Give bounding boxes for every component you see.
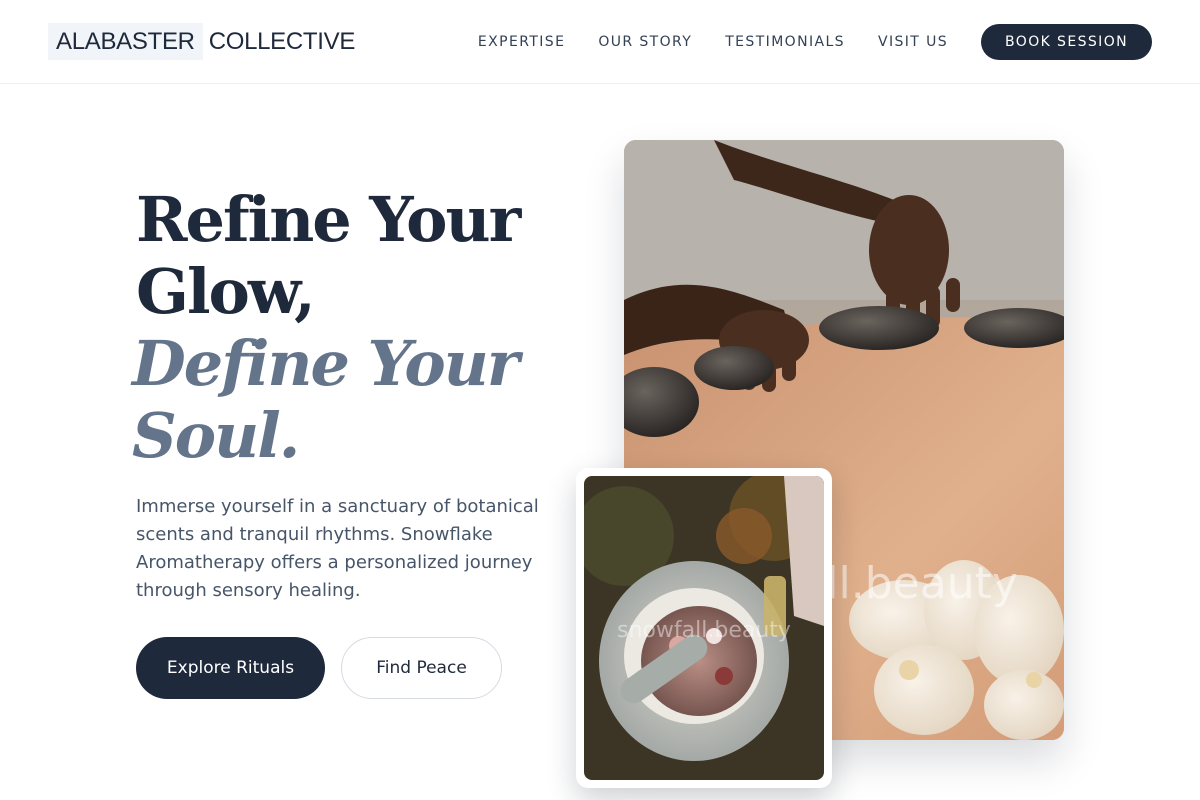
hero-description: Immerse yourself in a sanctuary of botan…: [136, 496, 539, 601]
nav-link-expertise[interactable]: EXPERTISE: [478, 34, 565, 50]
main-nav: EXPERTISE OUR STORY TESTIMONIALS VISIT U…: [478, 24, 1152, 60]
logo-word-alabaster: ALABASTER: [48, 23, 203, 60]
logo[interactable]: ALABASTER COLLECTIVE: [48, 23, 355, 60]
site-header: ALABASTER COLLECTIVE EXPERTISE OUR STORY…: [0, 0, 1200, 84]
nav-link-visit-us[interactable]: VISIT US: [878, 34, 948, 50]
hero-title-italic-line-2: Soul.: [132, 399, 300, 472]
nav-link-our-story[interactable]: OUR STORY: [598, 34, 692, 50]
book-session-button[interactable]: BOOK SESSION: [981, 24, 1152, 60]
hero-title: Refine Your Glow, Define Your Soul.: [132, 183, 521, 472]
explore-rituals-button[interactable]: Explore Rituals: [136, 637, 325, 699]
hero-title-line-2: Glow,: [136, 255, 316, 328]
mortar-pestle-image-card: snowfall.beauty: [576, 468, 832, 788]
inset-image-watermark: snowfall.beauty: [617, 618, 791, 643]
mortar-pestle-image: snowfall.beauty: [584, 476, 824, 780]
logo-word-collective: COLLECTIVE: [208, 27, 356, 55]
hero-title-italic-line-1: Define Your: [132, 327, 520, 400]
nav-link-testimonials[interactable]: TESTIMONIALS: [725, 34, 845, 50]
find-peace-button[interactable]: Find Peace: [341, 637, 502, 699]
hero-title-line-1: Refine Your: [136, 183, 521, 256]
